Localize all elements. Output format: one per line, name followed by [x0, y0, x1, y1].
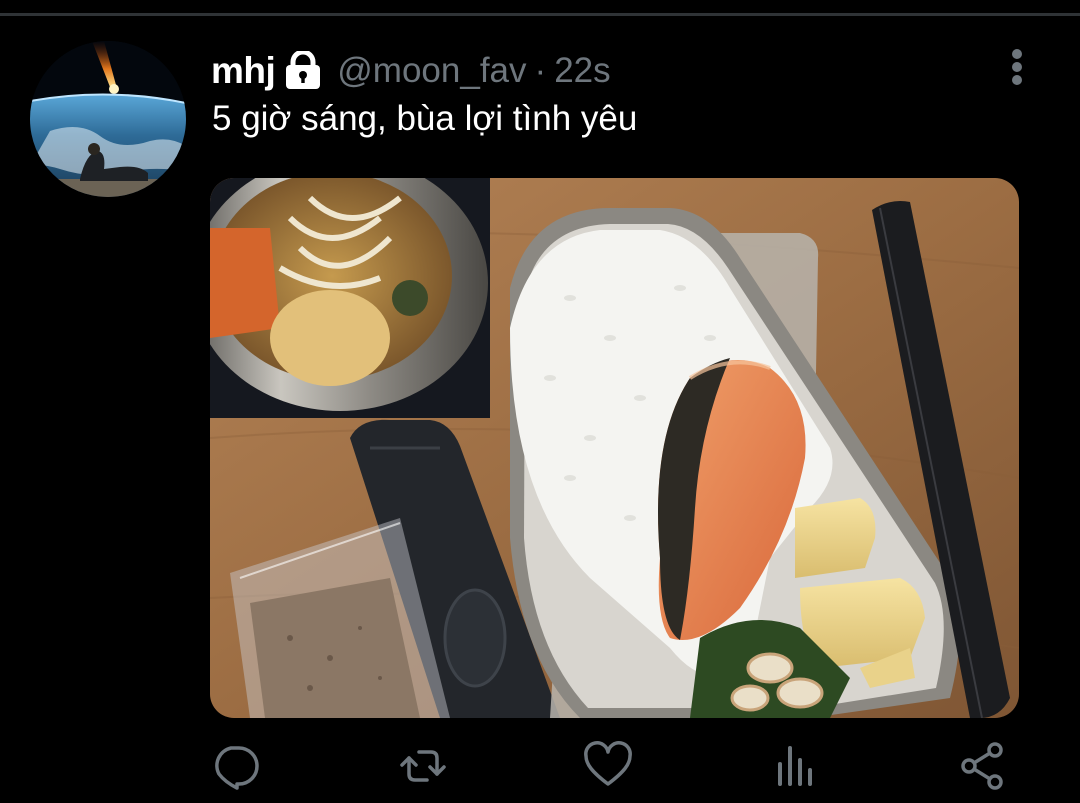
- more-vertical-icon: [1012, 49, 1022, 85]
- timestamp[interactable]: 22s: [554, 51, 610, 91]
- retweet-button[interactable]: [397, 740, 449, 792]
- tweet-text: 5 giờ sáng, bùa lợi tình yêu: [212, 99, 638, 138]
- analytics-icon: [778, 746, 812, 786]
- top-divider: [0, 13, 1080, 16]
- user-handle[interactable]: @moon_fav: [337, 51, 526, 91]
- retweet-icon: [400, 750, 446, 782]
- heart-icon: [584, 741, 632, 786]
- like-button[interactable]: [582, 740, 634, 792]
- lock-icon: [283, 49, 323, 91]
- analytics-button[interactable]: [770, 740, 822, 792]
- reply-button[interactable]: [209, 740, 261, 792]
- tweet-actions: [0, 740, 1080, 792]
- separator-dot: ·: [534, 51, 547, 90]
- tweet-header: mhj @moon_fav · 22s: [211, 46, 611, 96]
- display-name[interactable]: mhj: [211, 50, 276, 92]
- share-icon: [961, 742, 1003, 790]
- reply-icon: [215, 746, 259, 790]
- tweet-photo[interactable]: [210, 178, 1019, 718]
- avatar[interactable]: [30, 41, 186, 197]
- more-options-button[interactable]: [1003, 47, 1031, 89]
- share-button[interactable]: [957, 740, 1009, 792]
